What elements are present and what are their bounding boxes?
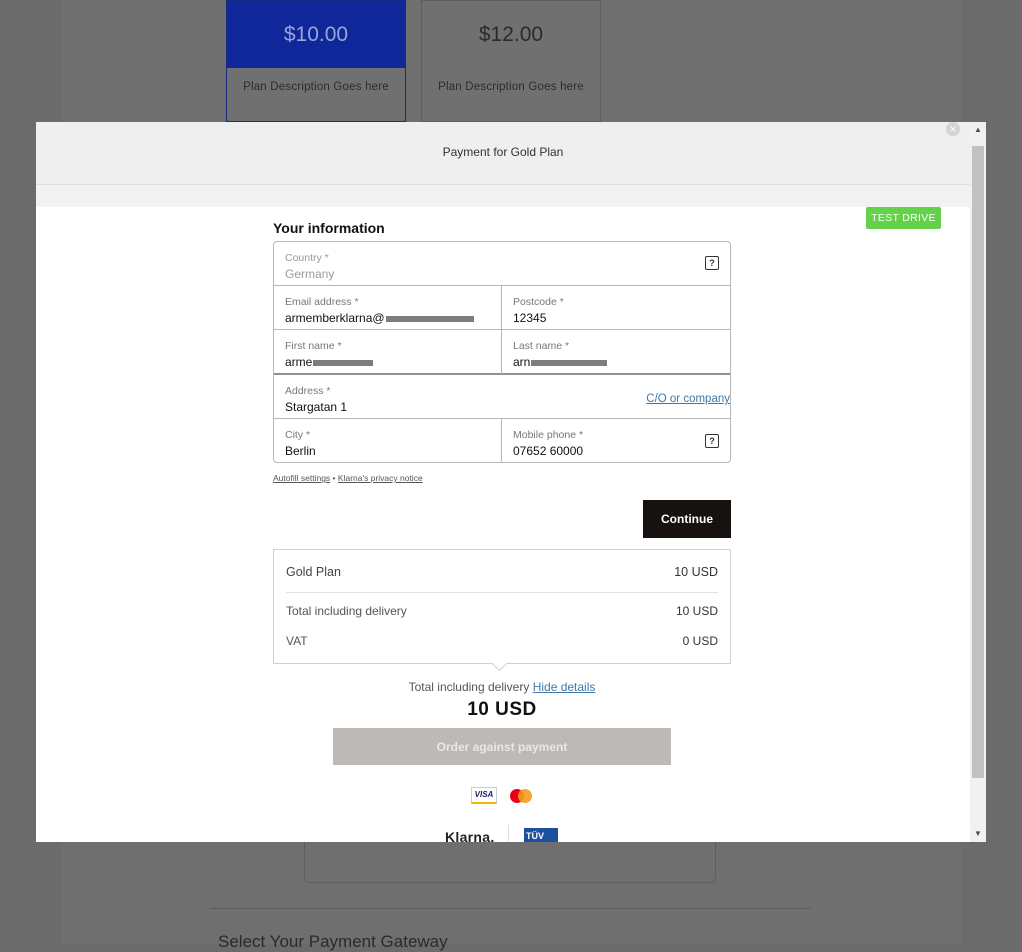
email-label: Email address * [285,296,359,308]
plan-card-10[interactable]: $10.00 Plan Description Goes here [226,0,406,122]
first-name-value: arme [285,355,313,369]
test-drive-badge: TEST DRIVE [866,207,941,229]
summary-amount: 10 USD [675,604,718,618]
help-icon[interactable]: ? [705,434,719,448]
payment-gateway-title: Select Your Payment Gateway [218,932,448,951]
summary-label: Gold Plan [286,565,341,579]
email-value: armemberklarna@ [285,311,385,325]
modal-header: Payment for Gold Plan [36,122,970,185]
modal-header-strip [36,185,970,207]
co-company-link[interactable]: C/O or company [646,393,730,405]
mobile-phone-field[interactable]: Mobile phone * 07652 60000 ? [502,419,730,462]
mobile-phone-value: 07652 60000 [513,444,584,458]
modal-title: Payment for Gold Plan [442,145,564,159]
postcode-value: 12345 [513,311,547,325]
country-value: Germany [285,267,335,281]
plan-card-12[interactable]: $12.00 Plan Description Goes here [421,0,601,122]
help-icon[interactable]: ? [705,256,719,270]
continue-button[interactable]: Continue [643,500,731,538]
plan-price: $10.00 [227,1,405,68]
first-name-field[interactable]: First name * arme [274,330,501,373]
redacted-text [385,315,474,322]
background-card [304,835,716,883]
plan-description: Plan Description Goes here [243,81,389,93]
last-name-value: arn [513,355,531,369]
visa-icon: VISA [471,787,497,804]
last-name-field[interactable]: Last name * arn [502,330,730,373]
first-name-value-row: arme [285,355,490,369]
city-value: Berlin [285,444,316,458]
scroll-down-icon[interactable]: ▼ [970,826,986,842]
payment-modal: Payment for Gold Plan × TEST DRIVE Your … [36,122,986,842]
country-label: Country * [285,252,329,264]
your-information-title: Your information [273,220,385,236]
country-field[interactable]: Country * Germany ? [274,242,730,285]
plan-description: Plan Description Goes here [438,81,584,93]
mastercard-orange-circle [518,789,532,803]
summary-row: Gold Plan 10 USD [286,565,718,579]
last-name-label: Last name * [513,340,570,352]
information-form: Country * Germany ? Email address * arme… [273,241,731,463]
summary-divider [286,592,718,593]
hide-details-link[interactable]: Hide details [533,680,596,694]
summary-row: VAT 0 USD [286,634,718,648]
autofill-settings-link[interactable]: Autofill settings [273,473,330,483]
plan-price: $12.00 [478,22,544,46]
summary-label: Total including delivery [286,604,407,618]
summary-label: VAT [286,634,308,648]
postcode-label: Postcode * [513,296,564,308]
city-field[interactable]: City * Berlin [274,419,501,462]
modal-scrollbar[interactable]: ▲ ▼ [970,122,986,842]
mastercard-icon [510,789,532,803]
order-summary: Gold Plan 10 USD Total including deliver… [273,549,731,672]
first-name-label: First name * [285,340,342,352]
redacted-text [531,359,608,366]
postcode-field[interactable]: Postcode * 12345 [502,286,730,329]
klarna-logo: Klarna. [445,829,495,842]
summary-row: Total including delivery 10 USD [286,604,718,618]
city-label: City * [285,429,311,441]
email-value-row: armemberklarna@ [285,311,490,325]
summary-amount: 10 USD [674,565,718,579]
address-field[interactable]: Address * Stargatan 1 C/O or company [274,375,730,418]
tuv-seal-icon: TÜV [524,828,558,842]
total-label: Total including delivery [408,680,530,694]
privacy-notice-link[interactable]: Klarna's privacy notice [338,473,423,483]
link-separator: • [332,473,336,483]
total-line: Total including delivery Hide details [273,680,731,694]
mobile-phone-label: Mobile phone * [513,429,584,441]
redacted-text [313,359,374,366]
logo-divider [508,825,509,842]
summary-amount: 0 USD [682,634,718,648]
email-field[interactable]: Email address * armemberklarna@ [274,286,501,329]
form-links: Autofill settings • Klarna's privacy not… [273,473,423,483]
order-against-payment-button[interactable]: Order against payment [333,728,671,765]
last-name-value-row: arn [513,355,719,369]
background-divider [210,908,810,909]
scrollbar-thumb[interactable] [972,146,984,778]
total-amount: 10 USD [467,699,537,720]
scroll-up-icon[interactable]: ▲ [970,122,986,138]
close-icon[interactable]: × [946,122,960,136]
